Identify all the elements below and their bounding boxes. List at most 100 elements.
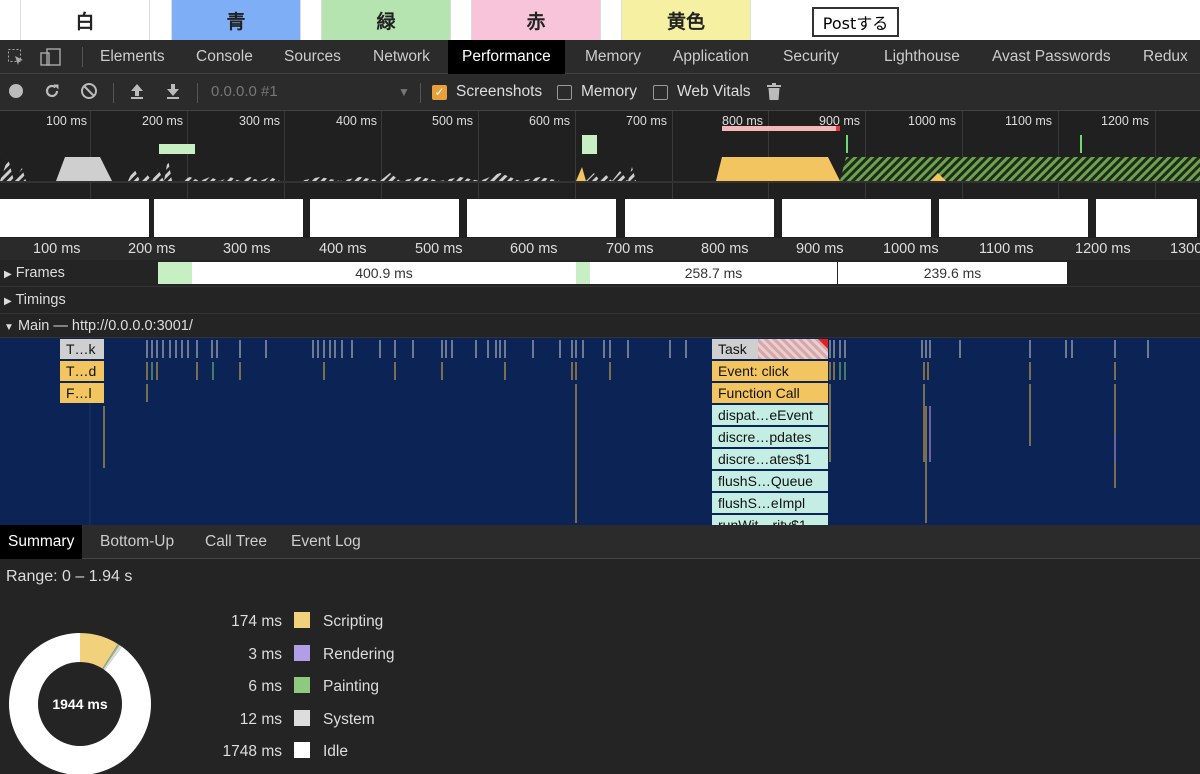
tab-call-tree[interactable]: Call Tree bbox=[205, 525, 267, 559]
screenshot-thumbnail[interactable] bbox=[154, 199, 306, 237]
tab-avast-passwords[interactable]: Avast Passwords bbox=[992, 40, 1111, 74]
tab-lighthouse[interactable]: Lighthouse bbox=[884, 40, 960, 74]
range-text: Range: 0 – 1.94 s bbox=[6, 568, 133, 585]
legend-scripting: 174 ms Scripting bbox=[200, 611, 500, 633]
function-call-block[interactable]: Function Call bbox=[712, 383, 828, 403]
profile-select[interactable]: 0.0.0.0 #1 bbox=[211, 83, 278, 100]
timings-track-label[interactable]: ▶ Timings bbox=[4, 292, 66, 308]
upload-icon[interactable] bbox=[128, 82, 146, 105]
run-with-priority-block[interactable]: runWit…rity$1 bbox=[712, 515, 828, 525]
white-button[interactable]: 白 bbox=[20, 0, 150, 40]
toolbar-divider-3 bbox=[420, 83, 421, 103]
event-click-block[interactable]: Event: click bbox=[712, 361, 828, 381]
tab-sources[interactable]: Sources bbox=[284, 40, 341, 74]
frame-segment[interactable] bbox=[576, 262, 590, 284]
memory-label: Memory bbox=[581, 83, 637, 100]
tab-memory[interactable]: Memory bbox=[585, 40, 641, 74]
timer-fired-block[interactable]: T…d bbox=[60, 361, 104, 381]
main-flame-chart[interactable]: T…k T…d F…l Task Event: click Function C… bbox=[0, 338, 1200, 525]
screenshot-thumbnail[interactable] bbox=[1096, 199, 1200, 237]
blue-button[interactable]: 青 bbox=[171, 0, 301, 40]
yellow-button[interactable]: 黄色 bbox=[621, 0, 751, 40]
legend-system: 12 ms System bbox=[200, 709, 500, 731]
discrete-updates-block[interactable]: discre…pdates bbox=[712, 427, 828, 447]
clear-icon[interactable] bbox=[80, 82, 98, 105]
tab-event-log[interactable]: Event Log bbox=[291, 525, 361, 559]
timeline-overview[interactable]: 100 ms 200 ms 300 ms 400 ms 500 ms 600 m… bbox=[0, 111, 1200, 238]
summary-panel: Range: 0 – 1.94 s 1944 ms 174 ms Scripti… bbox=[0, 559, 1200, 774]
legend-value: 6 ms bbox=[248, 678, 282, 695]
task-block[interactable]: T…k bbox=[60, 339, 104, 359]
frame-segment[interactable] bbox=[158, 262, 192, 284]
toolbar-divider-2 bbox=[197, 83, 198, 103]
frame-segment[interactable]: 400.9 ms bbox=[192, 262, 576, 284]
tab-network[interactable]: Network bbox=[373, 40, 430, 74]
timeline-ruler: 100 ms 200 ms 300 ms 400 ms 500 ms 600 m… bbox=[0, 238, 1200, 260]
frame-segment[interactable]: 258.7 ms bbox=[590, 262, 837, 284]
legend-label: Painting bbox=[323, 678, 380, 695]
chevron-down-icon[interactable]: ▼ bbox=[398, 85, 410, 99]
ruler-tick: 100 ms bbox=[33, 241, 81, 257]
screenshot-thumbnail[interactable] bbox=[310, 199, 462, 237]
tab-redux[interactable]: Redux bbox=[1143, 40, 1188, 74]
function-call-block[interactable]: F…l bbox=[60, 383, 104, 403]
ruler-tick: 500 ms bbox=[415, 241, 463, 257]
inspect-element-icon[interactable] bbox=[7, 48, 25, 66]
flush-sync-impl-block[interactable]: flushS…eImpl bbox=[712, 493, 828, 513]
main-track-header[interactable]: ▼ Main — http://0.0.0.0:3001/ bbox=[0, 314, 1200, 338]
legend-swatch bbox=[294, 645, 310, 661]
screenshot-thumbnail[interactable] bbox=[0, 199, 152, 237]
tab-application[interactable]: Application bbox=[673, 40, 749, 74]
frame-segment[interactable]: 239.6 ms bbox=[838, 262, 1067, 284]
frames-track[interactable]: ▶ Frames 400.9 ms 258.7 ms 239.6 ms bbox=[0, 260, 1200, 287]
flush-sync-queue-block[interactable]: flushS…Queue bbox=[712, 471, 828, 491]
task-block[interactable]: Task bbox=[712, 339, 828, 359]
ruler-tick: 1300 bbox=[1170, 241, 1200, 257]
device-toolbar-icon[interactable] bbox=[40, 48, 61, 66]
ruler-tick: 700 ms bbox=[606, 241, 654, 257]
tab-performance[interactable]: Performance bbox=[448, 40, 565, 74]
timings-track[interactable]: ▶ Timings bbox=[0, 287, 1200, 314]
trash-icon[interactable] bbox=[766, 83, 782, 106]
ruler-tick: 600 ms bbox=[510, 241, 558, 257]
tab-elements[interactable]: Elements bbox=[100, 40, 165, 74]
legend-label: Idle bbox=[323, 743, 348, 760]
web-page-area: 白 青 緑 赤 黄色 Postする bbox=[0, 0, 1200, 40]
discrete-updates-1-block[interactable]: discre…ates$1 bbox=[712, 449, 828, 469]
legend-value: 1748 ms bbox=[222, 743, 282, 760]
green-button[interactable]: 緑 bbox=[321, 0, 451, 40]
warning-marker-icon bbox=[818, 339, 828, 349]
tab-summary[interactable]: Summary bbox=[0, 525, 83, 559]
legend-swatch bbox=[294, 612, 310, 628]
red-button[interactable]: 赤 bbox=[471, 0, 601, 40]
legend-label: Scripting bbox=[323, 613, 384, 630]
ruler-tick: 1200 ms bbox=[1075, 241, 1131, 257]
ruler-tick: 800 ms bbox=[701, 241, 749, 257]
ruler-tick: 1000 ms bbox=[883, 241, 939, 257]
web-vitals-checkbox[interactable] bbox=[653, 85, 668, 100]
tab-console[interactable]: Console bbox=[196, 40, 253, 74]
screenshot-thumbnail[interactable] bbox=[782, 199, 934, 237]
tab-security[interactable]: Security bbox=[783, 40, 839, 74]
screenshot-thumbnail[interactable] bbox=[939, 199, 1091, 237]
pie-total-label: 1944 ms bbox=[52, 696, 107, 712]
legend-value: 12 ms bbox=[239, 711, 282, 728]
tabbar-divider bbox=[82, 47, 83, 67]
screenshots-checkbox[interactable]: ✓ bbox=[432, 85, 447, 100]
ruler-tick: 900 ms bbox=[796, 241, 844, 257]
post-button[interactable]: Postする bbox=[812, 7, 899, 37]
ruler-tick: 300 ms bbox=[223, 241, 271, 257]
frames-track-label[interactable]: ▶ Frames bbox=[4, 265, 65, 281]
legend-value: 174 ms bbox=[231, 613, 282, 630]
download-icon[interactable] bbox=[164, 82, 182, 105]
screenshot-thumbnail[interactable] bbox=[625, 199, 777, 237]
record-icon[interactable] bbox=[8, 83, 24, 104]
tab-bottom-up[interactable]: Bottom-Up bbox=[100, 525, 174, 559]
dispatch-event-block[interactable]: dispat…eEvent bbox=[712, 405, 828, 425]
legend-value: 3 ms bbox=[248, 646, 282, 663]
memory-checkbox[interactable] bbox=[557, 85, 572, 100]
flame-ticks bbox=[89, 338, 1149, 525]
screenshot-thumbnail[interactable] bbox=[467, 199, 619, 237]
reload-icon[interactable] bbox=[43, 82, 61, 105]
main-track-label[interactable]: ▼ Main — http://0.0.0.0:3001/ bbox=[4, 318, 193, 334]
